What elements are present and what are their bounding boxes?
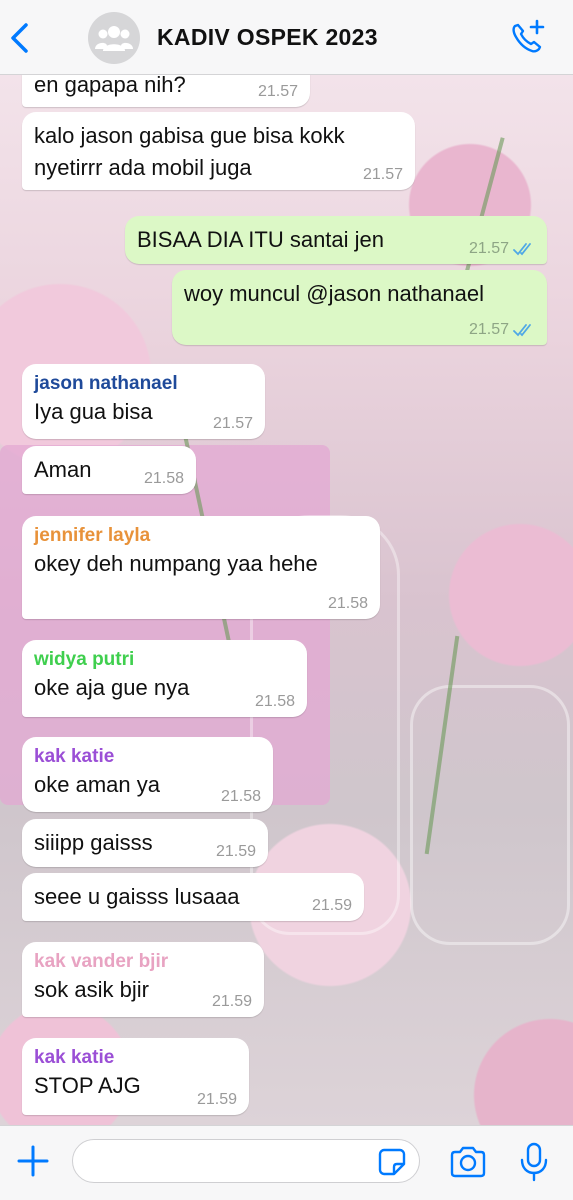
message-sender[interactable]: kak katie (34, 745, 261, 769)
message-time: 21.57 (257, 83, 298, 100)
message-time: 21.57 (212, 415, 253, 432)
message-bubble[interactable]: seee u gaisss lusaaa 21.59 (22, 873, 364, 921)
add-call-icon (512, 19, 545, 53)
microphone-button[interactable] (519, 1142, 549, 1182)
message-text: kalo jason gabisa gue bisa kokk nyetirrr… (34, 123, 345, 180)
message-text: seee u gaisss lusaaa (34, 884, 240, 909)
microphone-icon (520, 1142, 548, 1182)
message-bubble[interactable]: woy muncul @jason nathanael 21.57 (172, 270, 547, 345)
message-time: 21.58 (254, 693, 295, 710)
message-bubble[interactable]: jennifer layla okey deh numpang yaa hehe… (22, 516, 380, 619)
double-tick-read-icon (513, 324, 531, 337)
message-bubble[interactable]: BISAA DIA ITU santai jen 21.57 (125, 216, 547, 264)
input-bar (0, 1125, 573, 1200)
message-sender[interactable]: jennifer layla (34, 524, 368, 548)
camera-button[interactable] (449, 1146, 487, 1178)
message-sender[interactable]: widya putri (34, 648, 295, 672)
message-bubble[interactable]: kak vander bjir sok asik bjir 21.59 (22, 942, 264, 1017)
message-bubble[interactable]: kalo jason gabisa gue bisa kokk nyetirrr… (22, 112, 415, 190)
message-text: okey deh numpang yaa hehe (34, 551, 318, 576)
message-time: 21.59 (215, 843, 256, 860)
group-avatar-icon (95, 26, 133, 51)
sticker-icon (378, 1148, 406, 1176)
chevron-left-icon (11, 23, 28, 53)
message-bubble[interactable]: en gapapa nih? 21.57 (22, 75, 310, 107)
message-time: 21.58 (220, 788, 261, 805)
group-avatar[interactable] (88, 12, 140, 64)
message-bubble[interactable]: jason nathanael Iya gua bisa 21.57 (22, 364, 265, 439)
message-time: 21.59 (211, 993, 252, 1010)
add-call-button[interactable] (507, 18, 547, 56)
camera-icon (450, 1146, 486, 1178)
message-input[interactable] (72, 1139, 420, 1183)
message-time: 21.57 (362, 166, 403, 183)
message-list[interactable]: en gapapa nih? 21.57 kalo jason gabisa g… (0, 75, 573, 1125)
plus-icon (17, 1145, 49, 1177)
message-bubble[interactable]: kak katie STOP AJG 21.59 (22, 1038, 249, 1115)
double-tick-read-icon (513, 243, 531, 256)
message-sender[interactable]: kak katie (34, 1046, 237, 1070)
message-time: 21.59 (196, 1091, 237, 1108)
sticker-button[interactable] (378, 1148, 406, 1176)
message-bubble[interactable]: kak katie oke aman ya 21.58 (22, 737, 273, 812)
message-sender[interactable]: kak vander bjir (34, 950, 252, 974)
message-text: woy muncul @jason nathanael (184, 281, 484, 306)
message-time: 21.58 (327, 595, 368, 612)
message-bubble[interactable]: Aman 21.58 (22, 446, 196, 494)
message-time: 21.58 (143, 470, 184, 487)
message-bubble[interactable]: widya putri oke aja gue nya 21.58 (22, 640, 307, 717)
back-button[interactable] (8, 22, 32, 54)
message-bubble[interactable]: siiipp gaisss 21.59 (22, 819, 268, 867)
chat-header: KADIV OSPEK 2023 (0, 0, 573, 75)
message-time: 21.57 (468, 240, 509, 257)
attach-button[interactable] (16, 1144, 50, 1178)
message-time: 21.57 (468, 321, 509, 338)
message-time: 21.59 (311, 897, 352, 914)
chat-title[interactable]: KADIV OSPEK 2023 (157, 24, 378, 51)
message-sender[interactable]: jason nathanael (34, 372, 253, 396)
